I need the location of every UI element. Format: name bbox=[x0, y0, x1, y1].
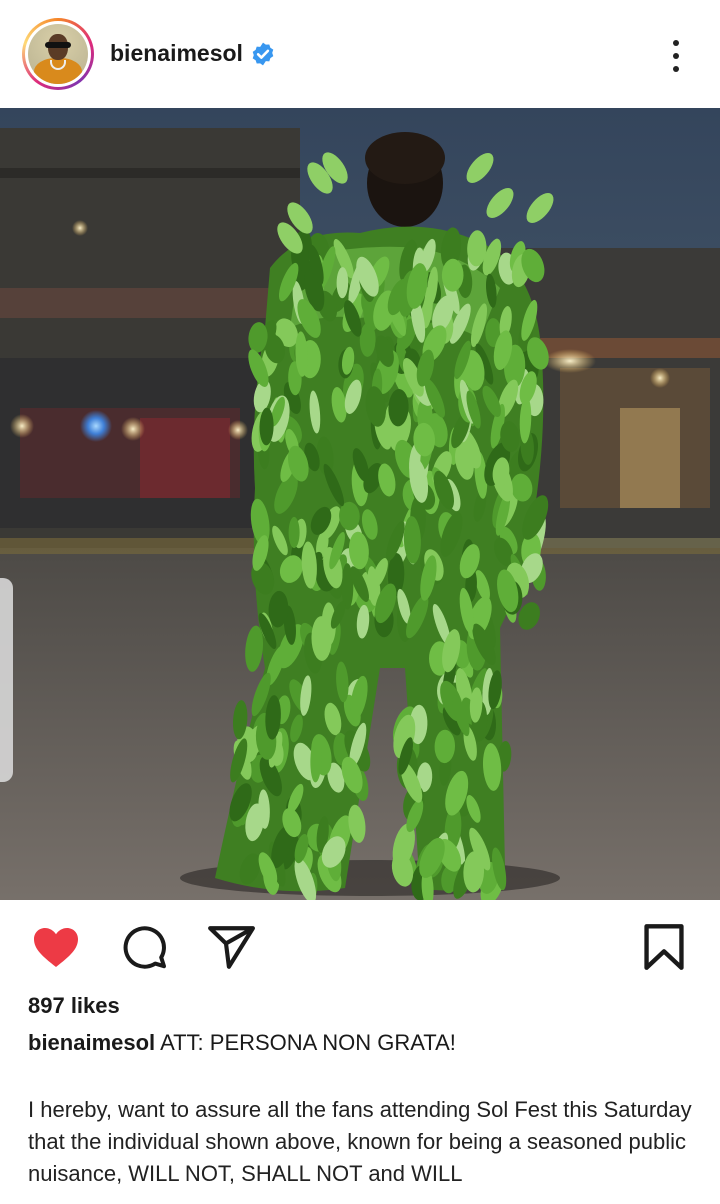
avatar-image bbox=[28, 24, 88, 84]
more-options-icon[interactable] bbox=[662, 36, 690, 76]
save-button[interactable] bbox=[639, 922, 689, 972]
verified-badge-icon bbox=[252, 42, 274, 66]
post-action-bar bbox=[0, 900, 720, 992]
side-edge-handle[interactable] bbox=[0, 578, 13, 782]
leaf-costume-photo bbox=[0, 108, 720, 900]
caption-username[interactable]: bienaimesol bbox=[28, 1030, 155, 1055]
caption-header: bienaimesol ATT: PERSONA NON GRATA! bbox=[28, 1030, 456, 1056]
post-image[interactable] bbox=[0, 108, 720, 900]
bookmark-icon bbox=[644, 924, 684, 970]
post-header: bienaimesol bbox=[0, 0, 720, 108]
caption-body: I hereby, want to assure all the fans at… bbox=[28, 1097, 692, 1186]
like-button[interactable] bbox=[31, 922, 81, 972]
avatar[interactable] bbox=[22, 18, 94, 90]
caption-title: ATT: PERSONA NON GRATA! bbox=[160, 1030, 456, 1055]
comment-icon bbox=[123, 926, 166, 969]
heart-icon bbox=[34, 928, 78, 967]
paper-plane-icon bbox=[208, 926, 255, 969]
leaf bbox=[288, 516, 300, 549]
likes-count[interactable]: 897 likes bbox=[28, 993, 120, 1019]
post-username[interactable]: bienaimesol bbox=[110, 40, 243, 67]
comment-button[interactable] bbox=[119, 922, 169, 972]
share-button[interactable] bbox=[206, 922, 256, 972]
